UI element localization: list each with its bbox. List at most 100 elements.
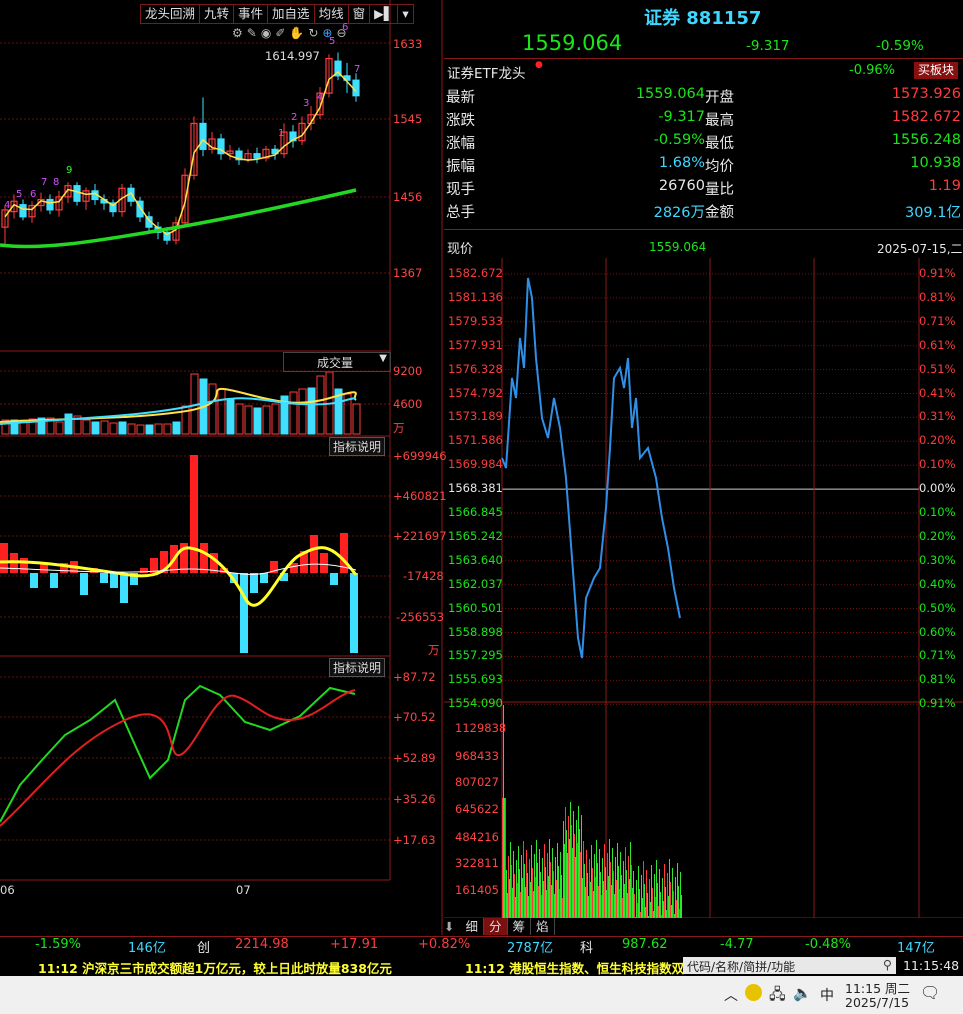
- index2-board[interactable]: 创: [197, 937, 210, 956]
- quote-row: 振幅 1.68% 均价 10.938: [444, 153, 963, 176]
- pct-tick: 0.60%: [919, 624, 956, 639]
- kline-chart[interactable]: 45 67 891234567: [0, 0, 444, 935]
- intraday-chart[interactable]: [444, 258, 963, 918]
- intraday-volume-bar: [617, 843, 618, 918]
- download-icon[interactable]: ⬇: [444, 918, 460, 935]
- intraday-volume-bar: [514, 874, 515, 918]
- intraday-volume-bar: [592, 868, 593, 918]
- news-item[interactable]: 11:12 港股恒生指数、恒生科技指数双: [465, 958, 684, 977]
- indicator1-help-button[interactable]: 指标说明: [329, 437, 386, 456]
- intraday-volume-bar: [672, 868, 673, 918]
- intraday-volume-bar: [585, 887, 586, 918]
- chevron-up-icon[interactable]: ︿: [724, 985, 738, 1005]
- intraday-volume-bar: [640, 912, 641, 918]
- intraday-volume-bar: [616, 880, 617, 918]
- intraday-volume-bar: [538, 886, 539, 918]
- intraday-volume-bar: [551, 885, 552, 918]
- network-icon[interactable]: 🖧: [769, 984, 786, 1009]
- candle-body: [253, 153, 261, 159]
- intraday-volume-bar: [628, 856, 629, 918]
- tab-detail[interactable]: 细: [460, 918, 484, 935]
- intraday-volume-bar: [511, 865, 512, 918]
- volume-bar: [271, 403, 280, 435]
- ime-indicator[interactable]: 中: [820, 985, 834, 1005]
- intraday-volume-bar: [530, 882, 531, 918]
- intraday-volume-bar: [651, 865, 652, 918]
- price-change-pct: -0.59%: [876, 38, 924, 54]
- search-input[interactable]: 代码/名称/简拼/功能: [687, 958, 795, 975]
- intraday-volume-bar: [603, 881, 604, 918]
- intraday-volume-bar: [576, 820, 577, 918]
- speaker-icon[interactable]: 🔈: [793, 984, 812, 1002]
- quote-value: 1582.672: [891, 109, 961, 125]
- intraday-volume-bar: [503, 705, 504, 918]
- intraday-volume-bar: [604, 844, 605, 918]
- intraday-volume-bar: [624, 884, 625, 918]
- view-tabs: ⬇ 细 分 筹 焰: [444, 918, 555, 935]
- price-tick: 1576.328: [448, 361, 503, 376]
- intraday-volume-bar: [557, 843, 558, 918]
- intraday-volume-bar: [524, 864, 525, 918]
- volume-bar: [136, 424, 145, 435]
- indicator1-axis-tick: +460821: [393, 489, 447, 503]
- pct-tick: 0.61%: [919, 337, 956, 352]
- month-label: 06: [0, 883, 15, 897]
- intraday-volume-bar: [626, 870, 627, 918]
- indicator-bar: [240, 573, 248, 653]
- intraday-volume-bar: [593, 891, 594, 918]
- tab-timeshare[interactable]: 分: [484, 918, 508, 935]
- intraday-volume-bar: [563, 821, 564, 918]
- quote-label: 涨跌: [446, 113, 475, 129]
- tab-chips[interactable]: 筹: [508, 918, 532, 935]
- intraday-volume-bar: [589, 859, 590, 918]
- volume-bar: [235, 403, 244, 435]
- price-change: -9.317: [746, 38, 790, 54]
- quote-value: 1573.926: [891, 86, 961, 102]
- volume-tick: 1129838: [455, 721, 507, 735]
- intraday-volume-bar: [653, 911, 654, 918]
- intraday-volume-bar: [554, 894, 555, 918]
- indicator-bar: [320, 553, 328, 573]
- taskbar-date[interactable]: 2025/7/15: [845, 995, 909, 1010]
- windows-taskbar: ︿ 🖧 🔈 中 11:15 周二 2025/7/15 🗨: [0, 976, 963, 1014]
- price-tick: 1566.845: [448, 505, 503, 519]
- intraday-volume-bar: [600, 872, 601, 918]
- intraday-volume-bar: [528, 896, 529, 918]
- intraday-volume-bar: [581, 815, 582, 918]
- index3-board[interactable]: 科: [580, 937, 593, 956]
- volume-selector[interactable]: 成交量 ▼: [283, 352, 391, 372]
- index3-value: 987.62: [622, 937, 668, 952]
- volume-bar: [145, 424, 154, 435]
- search-box[interactable]: 代码/名称/简拼/功能 ⚲: [683, 957, 896, 974]
- search-icon[interactable]: ⚲: [883, 957, 892, 972]
- price-tick: 1563.640: [448, 552, 503, 567]
- volume-tick: 645622: [455, 802, 499, 816]
- intraday-volume-bar: [649, 879, 650, 918]
- intraday-volume-bar: [556, 880, 557, 918]
- intraday-volume-bar: [612, 848, 613, 918]
- app-tray-icon[interactable]: [745, 984, 762, 1001]
- stock-code: 881157: [686, 8, 762, 29]
- intraday-volume-bar: [597, 863, 598, 918]
- indicator2-help-button[interactable]: 指标说明: [329, 658, 386, 677]
- nine-turn-mark: 1: [278, 128, 284, 139]
- intraday-volume-bar: [630, 842, 631, 918]
- intraday-volume-bar: [605, 867, 606, 918]
- tab-flame[interactable]: 焰: [531, 918, 555, 935]
- news-item[interactable]: 11:12 沪深京三市成交额超1万亿元，较上日此时放量838亿元: [38, 958, 392, 977]
- peak-price-label: 1614.997: [265, 49, 320, 63]
- indicator1-unit: 万: [428, 643, 440, 657]
- intraday-volume-bar: [523, 841, 524, 918]
- quote-label: 振幅: [446, 159, 475, 175]
- index1-pct: -1.59%: [35, 937, 81, 952]
- intraday-volume-bar: [520, 892, 521, 918]
- etf-label[interactable]: 证券ETF龙头: [447, 62, 526, 82]
- quote-label: 最高: [705, 113, 734, 129]
- buy-block-button[interactable]: 买板块: [914, 62, 959, 79]
- volume-title: 成交量: [317, 356, 354, 370]
- intraday-volume-bar: [644, 884, 645, 918]
- quote-row: 涨跌 -9.317 最高 1582.672: [444, 107, 963, 130]
- notification-icon[interactable]: 🗨: [920, 983, 940, 1002]
- intraday-volume-bar: [584, 864, 585, 918]
- intraday-volume-bar: [521, 855, 522, 918]
